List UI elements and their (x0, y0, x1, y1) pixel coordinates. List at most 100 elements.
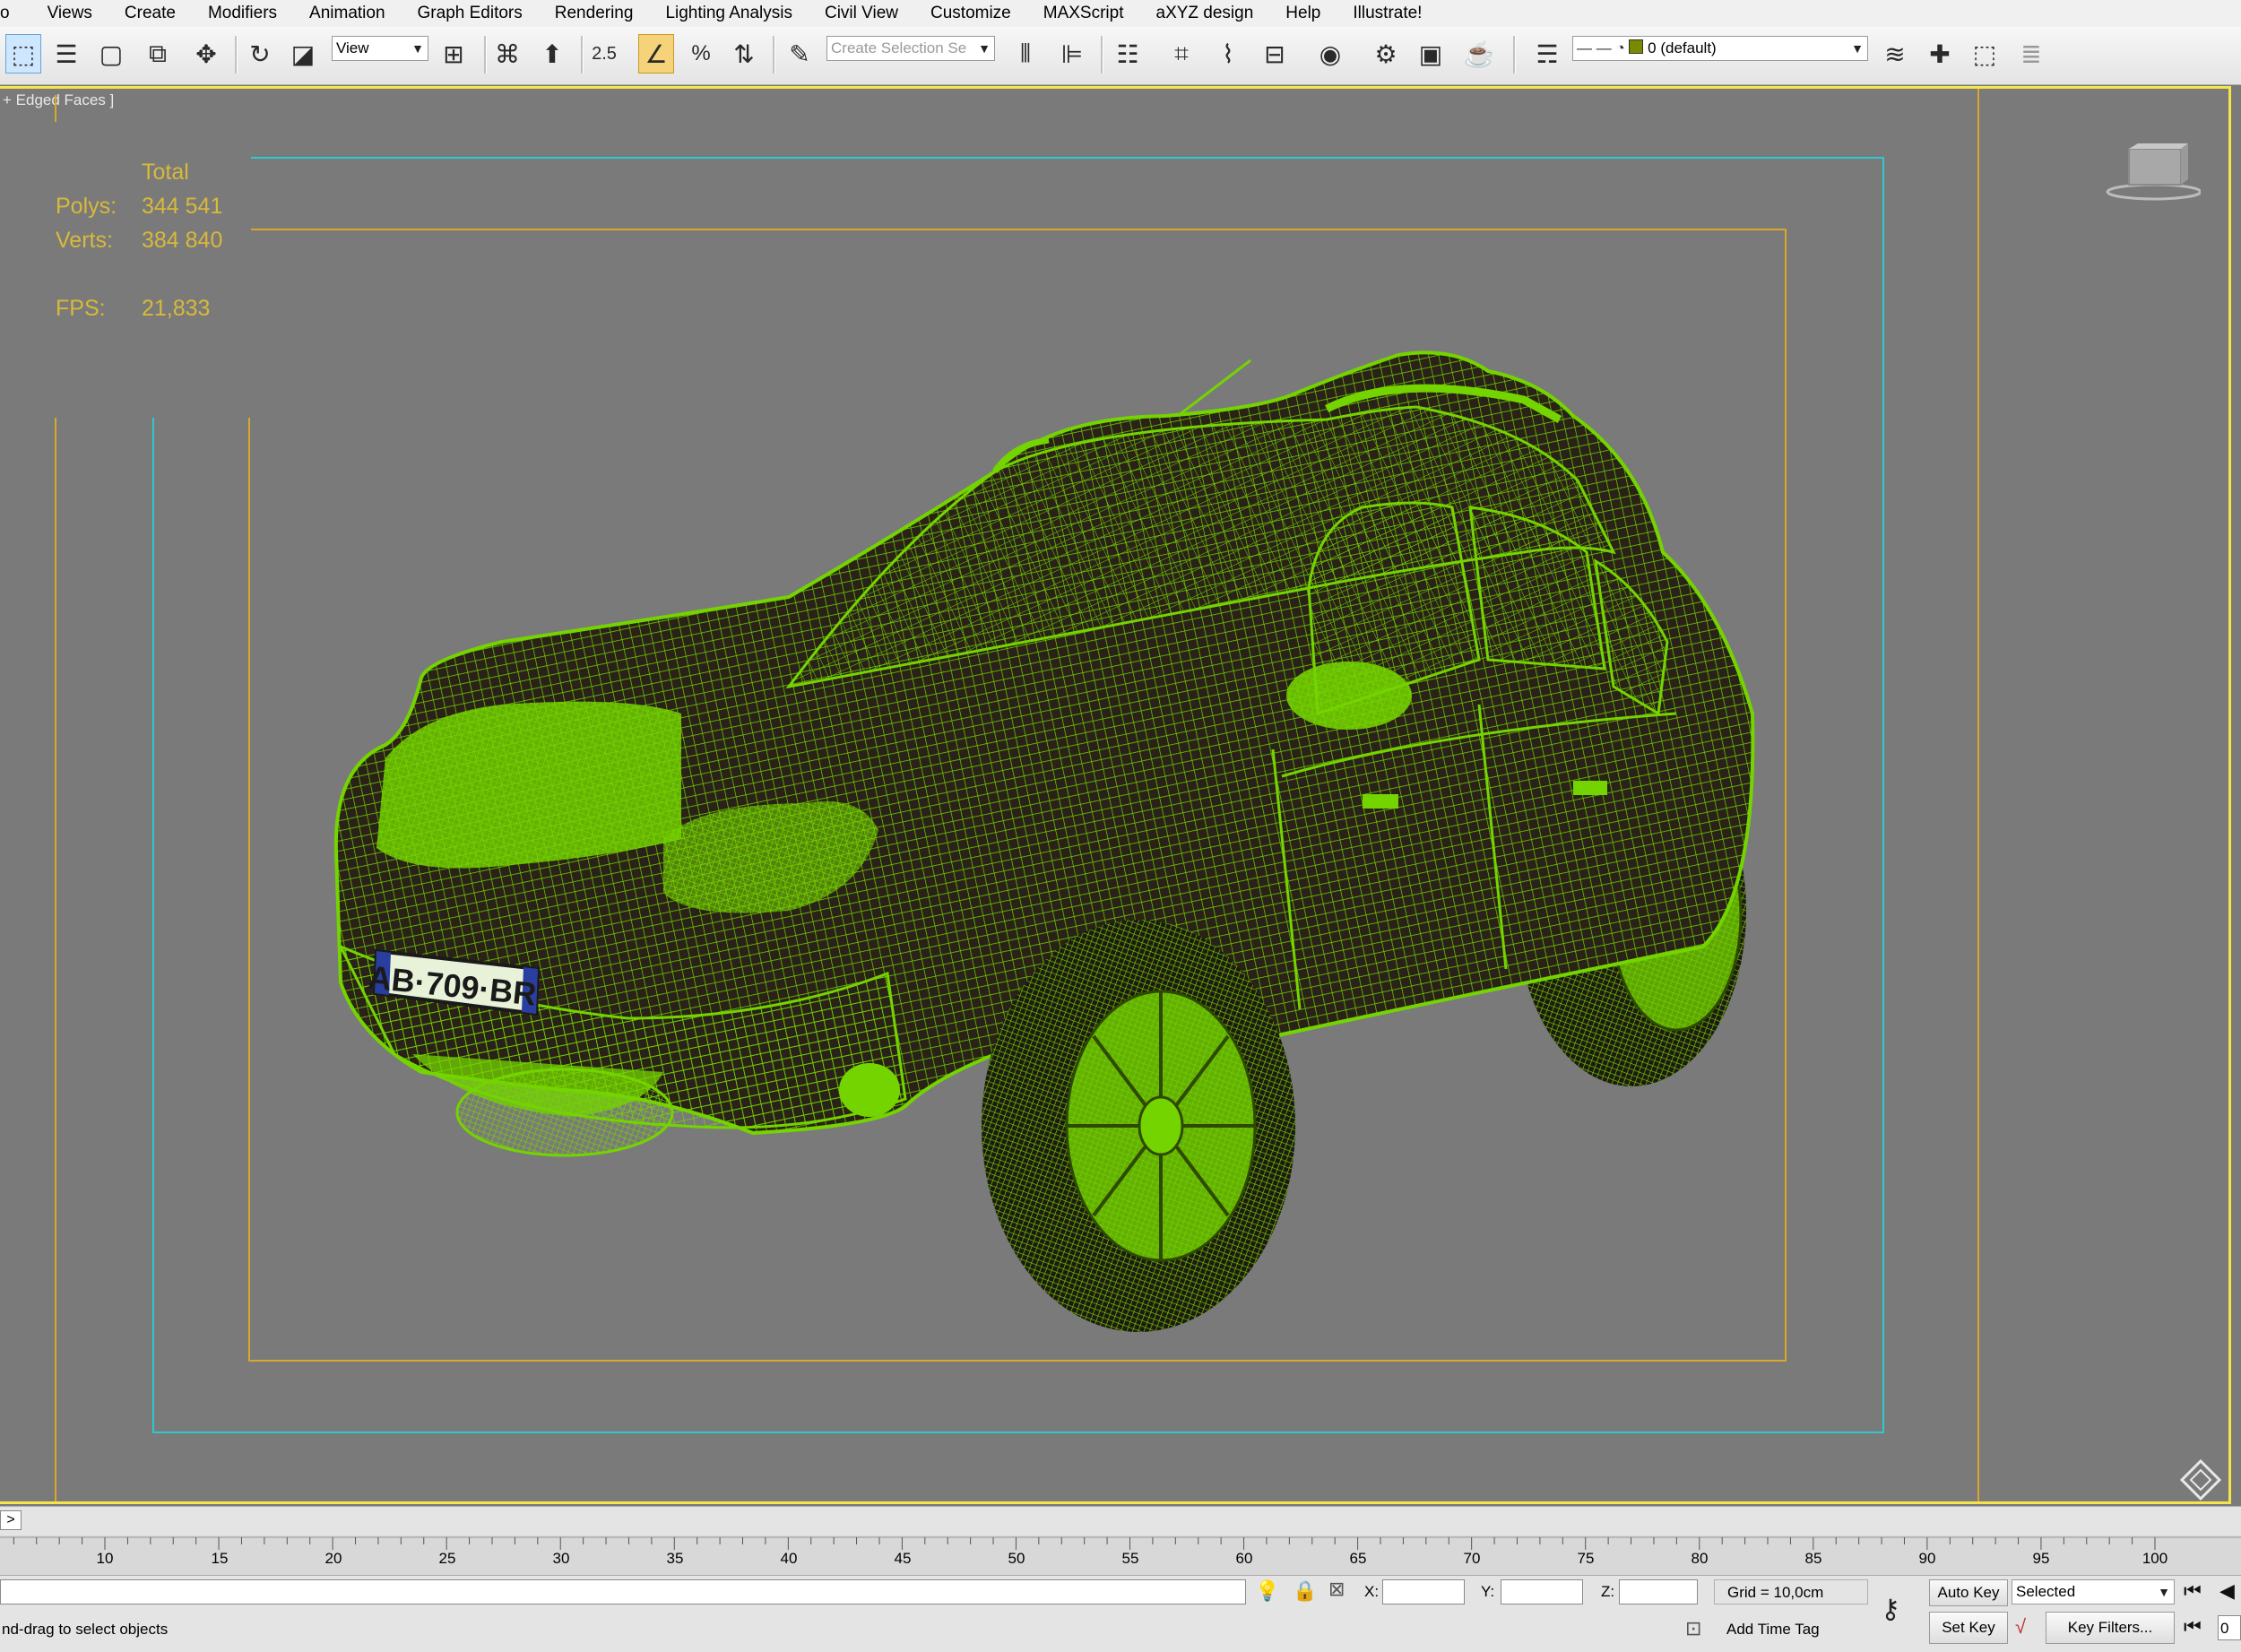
auto-key-label: Auto Key (1937, 1584, 2000, 1601)
selection-set-dropdown[interactable]: Create Selection Se ▼ (826, 36, 995, 61)
select-object-icon[interactable]: ⬚ (5, 34, 41, 74)
angle-snap-icon[interactable]: ∠ (638, 34, 674, 74)
menu-item-animation[interactable]: Animation (293, 4, 402, 23)
key-mode-icon[interactable]: ⚷ (1881, 1594, 1900, 1625)
menu-item-rendering[interactable]: Rendering (539, 4, 650, 23)
menu-item-graph-editors[interactable]: Graph Editors (402, 4, 539, 23)
keyboard-shortcut-toggle-icon[interactable]: ⬆ (534, 34, 570, 74)
menu-item-help[interactable]: Help (1269, 4, 1337, 23)
layer-manager-icon[interactable]: ☷ (1110, 34, 1146, 74)
maxscript-listener-field[interactable] (0, 1579, 1246, 1604)
track-tick-label: 10 (96, 1550, 114, 1567)
selection-lock-icon[interactable]: 🔒 (1293, 1579, 1317, 1603)
track-tick-label: 15 (211, 1550, 229, 1567)
key-filters-button[interactable]: Key Filters... (2046, 1612, 2175, 1644)
snap-label: 2.5 (592, 43, 617, 64)
menu-item-maxscript[interactable]: MAXScript (1027, 4, 1140, 23)
time-slider-expand-button[interactable]: > (0, 1510, 22, 1530)
menu-item-lighting-analysis[interactable]: Lighting Analysis (649, 4, 809, 23)
grid-size: Grid = 10,0cm (1727, 1584, 1824, 1601)
menu-item-civil-view[interactable]: Civil View (809, 4, 914, 23)
menu-item-customize[interactable]: Customize (914, 4, 1027, 23)
grid-readout: Grid = 10,0cm (1714, 1579, 1868, 1604)
toolbar-separator (773, 36, 775, 74)
menu-item-illustrate[interactable]: Illustrate! (1337, 4, 1438, 23)
track-tick-label: 65 (1349, 1550, 1367, 1567)
x-label: X: (1364, 1583, 1380, 1600)
key-filters-curve-icon[interactable]: √ (2015, 1615, 2026, 1639)
select-by-name-icon[interactable]: ☰ (48, 34, 84, 74)
menu-item-axyz-design[interactable]: aXYZ design (1140, 4, 1270, 23)
select-and-scale-icon[interactable]: ◪ (285, 34, 321, 74)
schematic-view-icon[interactable]: ⊟ (1257, 34, 1293, 74)
chevron-down-icon: ▼ (411, 41, 424, 56)
current-frame-field[interactable]: 0 (2218, 1615, 2241, 1640)
reference-coordinate-dropdown[interactable]: View ▼ (332, 36, 428, 61)
set-current-layer-icon[interactable]: ≣ (2013, 34, 2049, 74)
edit-named-selection-icon[interactable]: ✎ (782, 34, 818, 74)
isolate-selection-icon[interactable]: 💡 (1255, 1579, 1279, 1603)
track-tick-label: 95 (2032, 1550, 2050, 1567)
go-to-start-icon[interactable]: ⏮ (2184, 1579, 2202, 1603)
time-tag-icon[interactable]: ⊡ (1685, 1617, 1701, 1640)
select-objects-in-layer-icon[interactable]: ⬚ (1967, 34, 2003, 74)
z-coordinate-field[interactable] (1619, 1579, 1698, 1604)
rendered-frame-window-icon[interactable]: ▣ (1413, 34, 1449, 74)
window-crossing-icon[interactable]: ⧉ (140, 34, 176, 74)
x-coordinate-field[interactable] (1382, 1579, 1465, 1604)
align-icon[interactable]: ⊫ (1054, 34, 1090, 74)
key-filters-label: Key Filters... (2067, 1619, 2153, 1636)
y-coordinate-field[interactable] (1501, 1579, 1583, 1604)
chevron-down-icon: ▼ (978, 41, 991, 56)
go-to-start-alt-icon[interactable]: ⏮ (2184, 1615, 2202, 1639)
toolbar-separator (1101, 36, 1103, 74)
front-wheel (982, 920, 1295, 1332)
menu-item-views[interactable]: Views (31, 4, 108, 23)
auto-key-button[interactable]: Auto Key (1929, 1579, 2008, 1606)
perspective-viewport[interactable]: + Edged Faces ] Total Polys: 344 541 Ver… (0, 86, 2234, 1504)
render-production-icon[interactable]: ☕ (1461, 34, 1497, 74)
expand-label: > (6, 1512, 15, 1527)
track-tick-label: 80 (1691, 1550, 1709, 1567)
menu-item-create[interactable]: Create (108, 4, 192, 23)
select-and-link-icon[interactable]: ⌘ (489, 34, 525, 74)
layer-dropdown[interactable]: — — ◔ 0 (default) ▼ (1572, 36, 1868, 61)
menu-item-modifiers[interactable]: Modifiers (192, 4, 293, 23)
material-editor-icon[interactable]: ◉ (1312, 34, 1348, 74)
set-key-button[interactable]: Set Key (1929, 1612, 2008, 1644)
graphite-tools-icon[interactable]: ⌗ (1164, 34, 1199, 74)
track-tick-label: 50 (1008, 1550, 1025, 1567)
select-and-rotate-icon[interactable]: ↻ (242, 34, 278, 74)
viewcube-icon[interactable] (2102, 142, 2201, 204)
car-wireframe-model[interactable]: AB·709·BR (0, 86, 2234, 1504)
render-setup-icon[interactable]: ⚙ (1368, 34, 1404, 74)
mirror-icon[interactable]: ⫴ (1008, 34, 1043, 74)
toolbar-separator (581, 36, 584, 74)
pivot-center-icon[interactable]: ⊞ (436, 34, 472, 74)
percent-snap-icon[interactable]: % (683, 34, 719, 74)
select-and-move-icon[interactable]: ✥ (188, 34, 224, 74)
add-time-tag[interactable]: Add Time Tag (1726, 1621, 1820, 1639)
reference-coordinate-value: View (336, 39, 369, 56)
layer-properties-icon[interactable]: ☴ (1529, 34, 1565, 74)
time-slider[interactable]: > (0, 1506, 2241, 1536)
front-left-wheel (455, 1068, 674, 1157)
status-bar: nd-drag to select objects 💡 🔒 ⊠ X: Y: Z:… (0, 1576, 2241, 1652)
menu-item-file[interactable]: o (0, 4, 31, 23)
toolbar-separator (1513, 36, 1516, 74)
absolute-mode-icon[interactable]: ⊠ (1328, 1578, 1345, 1601)
steering-wheels-icon[interactable] (2178, 1457, 2223, 1502)
add-to-layer-icon[interactable]: ✚ (1922, 34, 1958, 74)
rectangular-selection-icon[interactable]: ▢ (93, 34, 129, 74)
track-tick-label: 45 (894, 1550, 912, 1567)
create-new-layer-icon[interactable]: ≋ (1877, 34, 1913, 74)
rear-door-handle (1573, 781, 1607, 795)
previous-frame-icon[interactable]: ◀ (2219, 1579, 2235, 1603)
spinner-snap-icon[interactable]: ⇅ (726, 34, 762, 74)
snaps-toggle-icon[interactable]: 2.5 (586, 34, 622, 74)
status-prompt: nd-drag to select objects (2, 1621, 169, 1638)
chevron-down-icon: ▼ (1851, 41, 1864, 56)
track-bar[interactable]: 10 15 20 25 30 35 40 45 50 55 60 65 70 7… (0, 1535, 2241, 1576)
key-set-dropdown[interactable]: Selected ▼ (2012, 1579, 2175, 1604)
curve-editor-icon[interactable]: ⌇ (1210, 34, 1246, 74)
